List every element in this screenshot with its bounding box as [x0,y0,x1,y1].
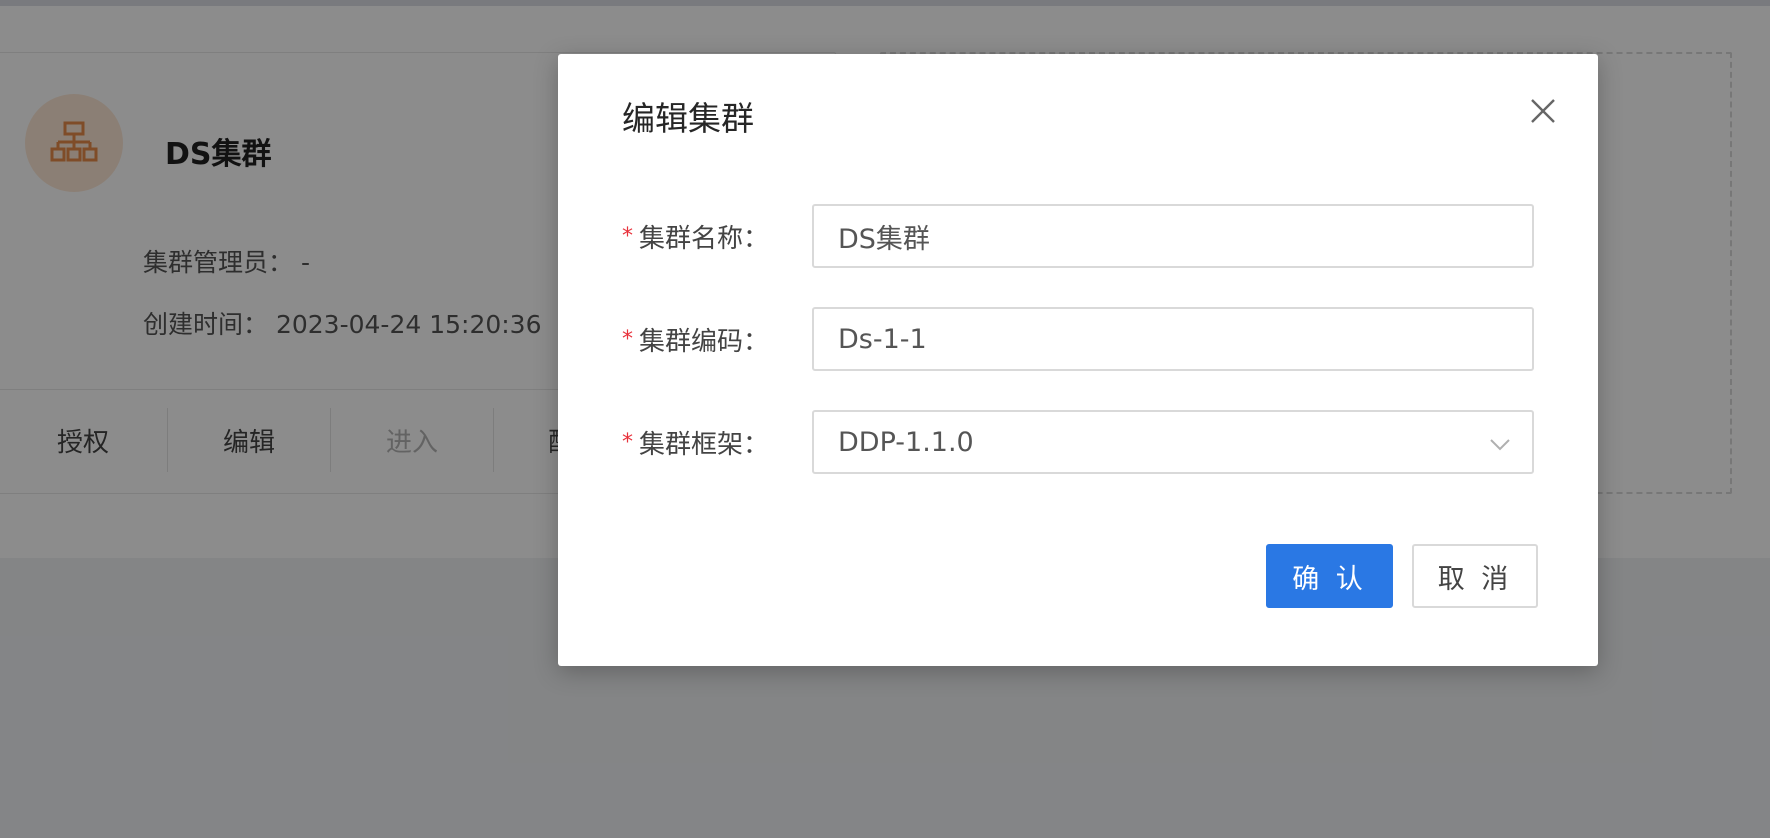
cancel-button[interactable]: 取 消 [1412,544,1538,608]
cluster-framework-select[interactable]: DDP-1.1.0 [812,410,1534,474]
cluster-code-input[interactable]: Ds-1-1 [812,307,1534,371]
form-row-cluster-framework: * 集群框架： DDP-1.1.0 [622,410,1542,474]
cluster-code-label: * 集群编码： [622,307,812,371]
form-row-cluster-name: * 集群名称： DS集群 [622,204,1542,268]
close-icon[interactable] [1520,88,1566,134]
edit-cluster-dialog: 编辑集群 * 集群名称： DS集群 * 集群编码： Ds-1-1 * 集群框架：… [558,54,1598,666]
cluster-framework-label-text: 集群框架： [639,429,770,460]
confirm-button[interactable]: 确 认 [1266,544,1393,608]
required-mark: * [622,429,633,455]
dialog-title: 编辑集群 [622,99,754,138]
required-mark: * [622,326,633,352]
cluster-framework-label: * 集群框架： [622,410,812,474]
cluster-name-input[interactable]: DS集群 [812,204,1534,268]
form-row-cluster-code: * 集群编码： Ds-1-1 [622,307,1542,371]
cluster-framework-value: DDP-1.1.0 [838,426,974,458]
cluster-name-label: * 集群名称： [622,204,812,268]
required-mark: * [622,223,633,249]
cluster-name-label-text: 集群名称： [639,223,770,254]
chevron-down-icon [1490,439,1510,451]
cluster-code-label-text: 集群编码： [639,326,770,357]
